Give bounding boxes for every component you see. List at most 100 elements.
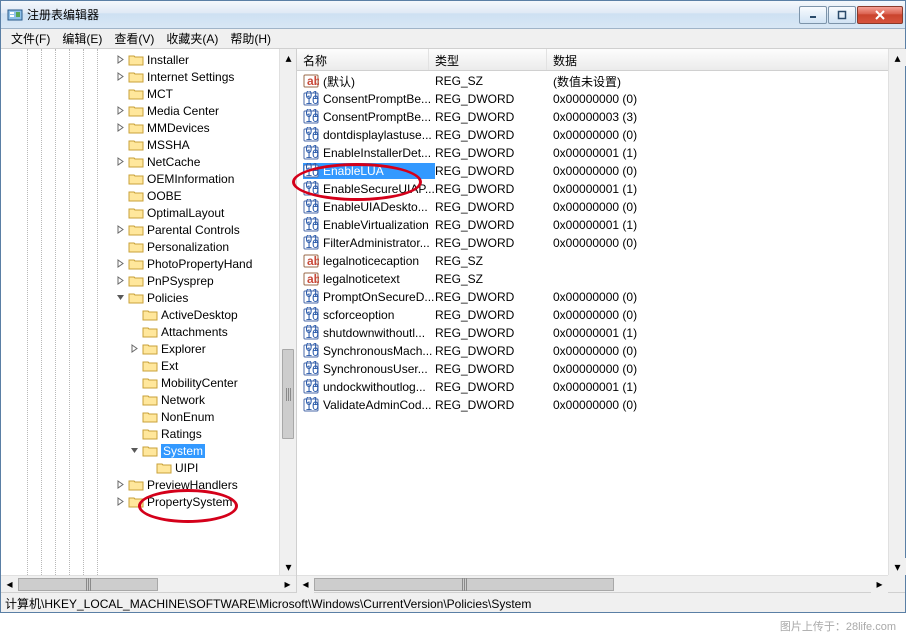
menu-view[interactable]: 查看(V) (108, 28, 160, 49)
chevron-right-icon[interactable] (115, 54, 126, 65)
chevron-right-icon[interactable] (115, 496, 126, 507)
value-row[interactable]: 01101001scforceoptionREG_DWORD0x00000000… (297, 306, 905, 324)
value-row[interactable]: 01101001EnableLUAREG_DWORD0x00000000 (0) (297, 162, 905, 180)
value-row[interactable]: 01101001EnableUIADeskto...REG_DWORD0x000… (297, 198, 905, 216)
svg-text:1001: 1001 (306, 309, 320, 323)
scroll-right-icon[interactable]: ▸ (279, 576, 296, 593)
value-row[interactable]: ablegalnoticecaptionREG_SZ (297, 252, 905, 270)
list-body[interactable]: ab(默认)REG_SZ(数值未设置)01101001ConsentPrompt… (297, 71, 905, 592)
tree-item-optimallayout[interactable]: OptimalLayout (1, 204, 296, 221)
value-row[interactable]: 01101001EnableVirtualizationREG_DWORD0x0… (297, 216, 905, 234)
col-name[interactable]: 名称 (297, 49, 429, 70)
chevron-down-icon[interactable] (129, 445, 140, 456)
tree-item-previewhandlers[interactable]: PreviewHandlers (1, 476, 296, 493)
value-row[interactable]: 01101001shutdownwithoutl...REG_DWORD0x00… (297, 324, 905, 342)
tree-item-uipi[interactable]: UIPI (1, 459, 296, 476)
tree-item-mobilitycenter[interactable]: MobilityCenter (1, 374, 296, 391)
value-row[interactable]: 01101001ConsentPromptBe...REG_DWORD0x000… (297, 108, 905, 126)
tree-item-mct[interactable]: MCT (1, 85, 296, 102)
tree-item-personalization[interactable]: Personalization (1, 238, 296, 255)
tree-item-ratings[interactable]: Ratings (1, 425, 296, 442)
tree-item-parental-controls[interactable]: Parental Controls (1, 221, 296, 238)
scroll-right-icon[interactable]: ▸ (871, 576, 888, 593)
value-row[interactable]: 01101001PromptOnSecureD...REG_DWORD0x000… (297, 288, 905, 306)
tree-item-oeminformation[interactable]: OEMInformation (1, 170, 296, 187)
tree-scroll[interactable]: InstallerInternet SettingsMCTMedia Cente… (1, 49, 296, 575)
scroll-up-icon[interactable]: ▴ (889, 49, 906, 66)
tree-item-installer[interactable]: Installer (1, 51, 296, 68)
value-type: REG_SZ (435, 272, 553, 286)
tree-item-mssha[interactable]: MSSHA (1, 136, 296, 153)
col-type[interactable]: 类型 (429, 49, 547, 70)
tree-spacer (115, 139, 126, 150)
tree-item-policies[interactable]: Policies (1, 289, 296, 306)
value-data: 0x00000000 (0) (553, 128, 883, 142)
scroll-down-icon[interactable]: ▾ (889, 558, 906, 575)
tree-item-nonenum[interactable]: NonEnum (1, 408, 296, 425)
svg-text:1001: 1001 (306, 201, 320, 215)
value-row[interactable]: 01101001SynchronousUser...REG_DWORD0x000… (297, 360, 905, 378)
tree-vscroll-thumb[interactable] (282, 349, 294, 439)
tree-item-explorer[interactable]: Explorer (1, 340, 296, 357)
value-row[interactable]: 01101001dontdisplaylastuse...REG_DWORD0x… (297, 126, 905, 144)
maximize-button[interactable] (828, 6, 856, 24)
tree-item-label: System (161, 444, 205, 458)
chevron-right-icon[interactable] (129, 343, 140, 354)
tree-hscrollbar[interactable]: ◂ ▸ (1, 575, 296, 592)
chevron-right-icon[interactable] (115, 71, 126, 82)
scroll-down-icon[interactable]: ▾ (280, 558, 297, 575)
titlebar[interactable]: 注册表编辑器 (1, 1, 905, 29)
value-row[interactable]: ab(默认)REG_SZ(数值未设置) (297, 72, 905, 90)
tree-item-system[interactable]: System (1, 442, 296, 459)
chevron-right-icon[interactable] (115, 156, 126, 167)
tree-item-photopropertyhand[interactable]: PhotoPropertyHand (1, 255, 296, 272)
tree-item-oobe[interactable]: OOBE (1, 187, 296, 204)
tree-hscroll-thumb[interactable] (18, 578, 158, 591)
reg-dword-icon: 01101001 (303, 181, 319, 197)
menu-edit[interactable]: 编辑(E) (56, 28, 108, 49)
tree-item-network[interactable]: Network (1, 391, 296, 408)
list-hscrollbar[interactable]: ◂ ▸ (297, 575, 888, 592)
menu-favorites[interactable]: 收藏夹(A) (160, 28, 224, 49)
close-button[interactable] (857, 6, 903, 24)
chevron-right-icon[interactable] (115, 122, 126, 133)
registry-tree[interactable]: InstallerInternet SettingsMCTMedia Cente… (1, 51, 296, 510)
scroll-left-icon[interactable]: ◂ (1, 576, 18, 593)
scroll-up-icon[interactable]: ▴ (280, 49, 297, 66)
tree-item-ext[interactable]: Ext (1, 357, 296, 374)
tree-item-media-center[interactable]: Media Center (1, 102, 296, 119)
value-row[interactable]: ablegalnoticetextREG_SZ (297, 270, 905, 288)
value-row[interactable]: 01101001SynchronousMach...REG_DWORD0x000… (297, 342, 905, 360)
value-data: 0x00000001 (1) (553, 182, 883, 196)
tree-item-label: Policies (147, 291, 188, 305)
chevron-down-icon[interactable] (115, 292, 126, 303)
value-row[interactable]: 01101001FilterAdministrator...REG_DWORD0… (297, 234, 905, 252)
menu-file[interactable]: 文件(F) (5, 28, 56, 49)
value-row[interactable]: 01101001undockwithoutlog...REG_DWORD0x00… (297, 378, 905, 396)
chevron-right-icon[interactable] (115, 224, 126, 235)
value-row[interactable]: 01101001EnableInstallerDet...REG_DWORD0x… (297, 144, 905, 162)
tree-item-activedesktop[interactable]: ActiveDesktop (1, 306, 296, 323)
menu-help[interactable]: 帮助(H) (224, 28, 277, 49)
tree-item-internet-settings[interactable]: Internet Settings (1, 68, 296, 85)
chevron-right-icon[interactable] (115, 105, 126, 116)
value-row[interactable]: 01101001ValidateAdminCod...REG_DWORD0x00… (297, 396, 905, 414)
value-row[interactable]: 01101001ConsentPromptBe...REG_DWORD0x000… (297, 90, 905, 108)
list-hscroll-thumb[interactable] (314, 578, 614, 591)
value-type: REG_DWORD (435, 128, 553, 142)
chevron-right-icon[interactable] (115, 258, 126, 269)
chevron-right-icon[interactable] (115, 479, 126, 490)
chevron-right-icon[interactable] (115, 275, 126, 286)
minimize-button[interactable] (799, 6, 827, 24)
value-row[interactable]: 01101001EnableSecureUIAP...REG_DWORD0x00… (297, 180, 905, 198)
list-vscrollbar[interactable]: ▴ ▾ (888, 49, 905, 575)
tree-vscrollbar[interactable]: ▴ ▾ (279, 49, 296, 575)
tree-item-propertysystem[interactable]: PropertySystem (1, 493, 296, 510)
col-data[interactable]: 数据 (547, 49, 905, 70)
scroll-left-icon[interactable]: ◂ (297, 576, 314, 593)
tree-item-pnpsysprep[interactable]: PnPSysprep (1, 272, 296, 289)
tree-item-attachments[interactable]: Attachments (1, 323, 296, 340)
folder-icon (128, 240, 144, 254)
tree-item-mmdevices[interactable]: MMDevices (1, 119, 296, 136)
tree-item-netcache[interactable]: NetCache (1, 153, 296, 170)
